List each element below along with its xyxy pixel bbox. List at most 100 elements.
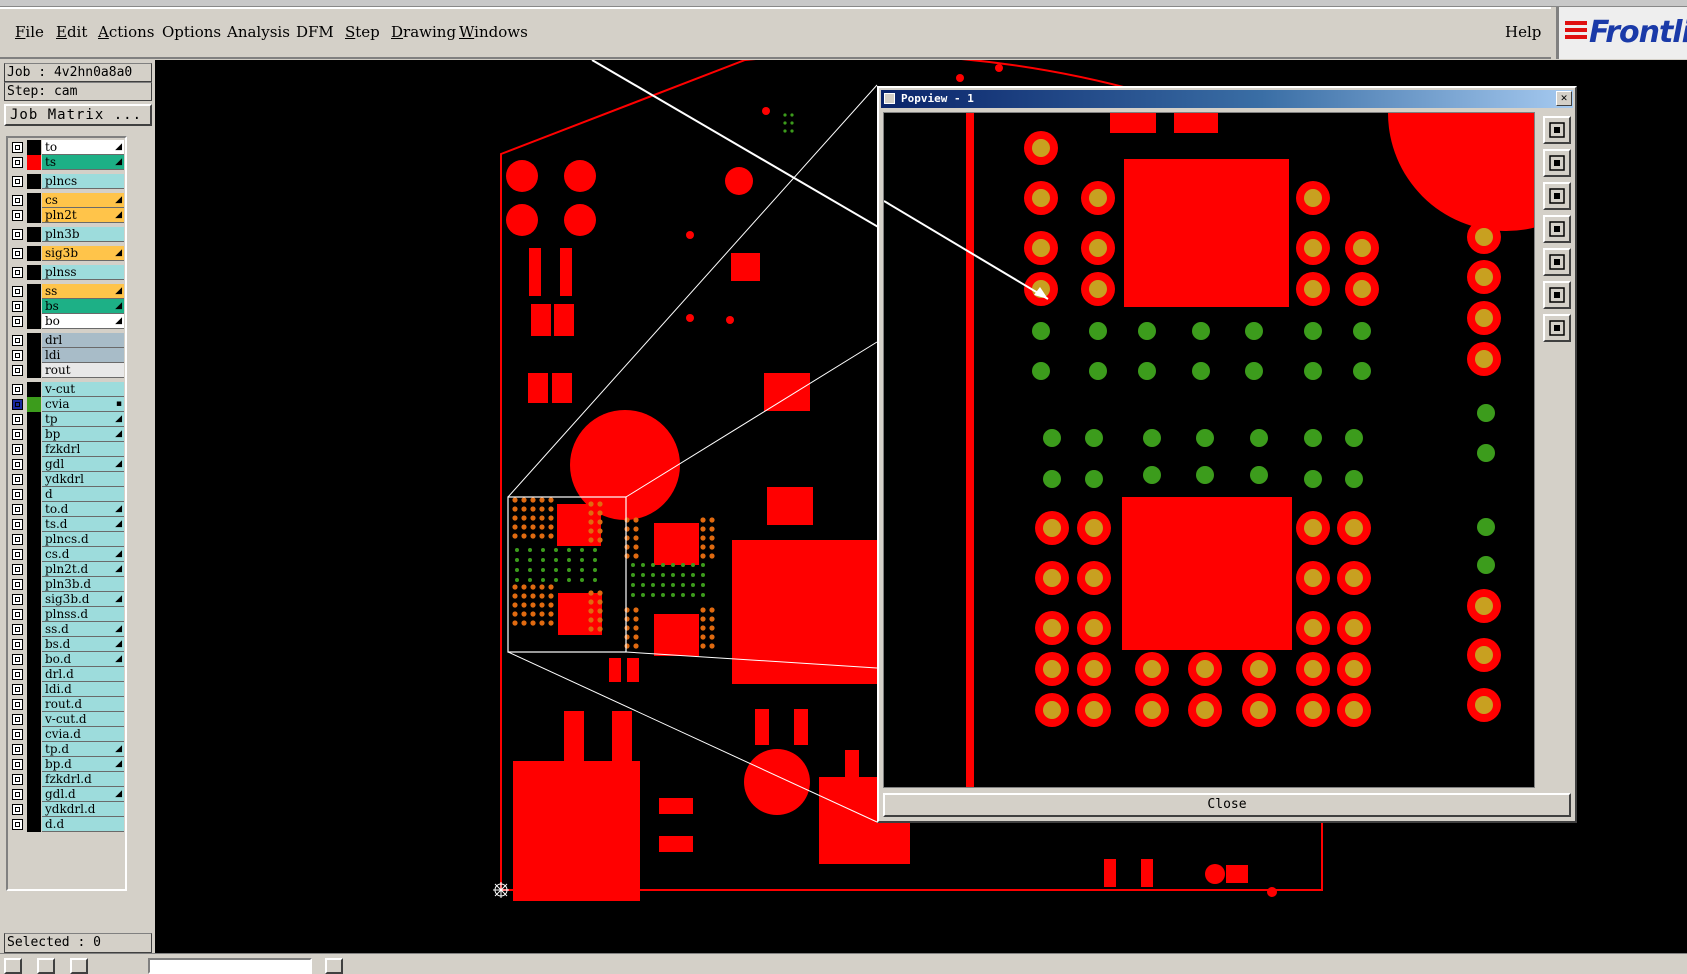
layer-row-ydkdrl[interactable]: ydkdrl [10, 472, 125, 487]
layer-color-swatch[interactable] [27, 193, 41, 208]
layer-checkbox[interactable] [12, 744, 23, 755]
layer-color-swatch[interactable] [27, 314, 41, 329]
layer-color-swatch[interactable] [27, 667, 41, 682]
layer-name[interactable]: ss.d ◢ [42, 622, 124, 637]
layer-row-bo.d[interactable]: bo.d ◢ [10, 652, 125, 667]
layer-name[interactable]: plncs.d [42, 532, 124, 547]
layer-color-swatch[interactable] [27, 592, 41, 607]
layer-name[interactable]: cvia ▪ [42, 397, 124, 412]
layer-checkbox[interactable] [12, 444, 23, 455]
menu-analysis[interactable]: Analysis [227, 23, 290, 41]
layer-checkbox[interactable] [12, 399, 23, 410]
layer-color-swatch[interactable] [27, 577, 41, 592]
menu-step[interactable]: Step [345, 23, 380, 41]
layer-color-swatch[interactable] [27, 817, 41, 832]
layer-row-pln2t[interactable]: pln2t ◢ [10, 208, 125, 223]
layer-checkbox[interactable] [12, 729, 23, 740]
layer-color-swatch[interactable] [27, 442, 41, 457]
layer-checkbox[interactable] [12, 267, 23, 278]
layer-name[interactable]: d.d [42, 817, 124, 832]
layer-color-swatch[interactable] [27, 284, 41, 299]
layer-row-plncs.d[interactable]: plncs.d [10, 532, 125, 547]
layer-name[interactable]: plncs [42, 174, 124, 189]
layer-name[interactable]: ldi.d [42, 682, 124, 697]
layer-name[interactable]: pln2t.d ◢ [42, 562, 124, 577]
layer-checkbox[interactable] [12, 759, 23, 770]
layer-name[interactable]: ts ◢ [42, 155, 124, 170]
layer-name[interactable]: rout.d [42, 697, 124, 712]
layer-checkbox[interactable] [12, 684, 23, 695]
layer-name[interactable]: ydkdrl [42, 472, 124, 487]
layer-row-cvia.d[interactable]: cvia.d [10, 727, 125, 742]
layer-checkbox[interactable] [12, 459, 23, 470]
layer-row-gdl[interactable]: gdl ◢ [10, 457, 125, 472]
layer-checkbox[interactable] [12, 229, 23, 240]
layer-name[interactable]: plnss.d [42, 607, 124, 622]
menu-options[interactable]: Options [162, 23, 221, 41]
layer-color-swatch[interactable] [27, 682, 41, 697]
layer-color-swatch[interactable] [27, 140, 41, 155]
layer-name[interactable]: cs.d ◢ [42, 547, 124, 562]
layer-checkbox[interactable] [12, 248, 23, 259]
layer-name[interactable]: v-cut [42, 382, 124, 397]
pan-down-icon[interactable] [1543, 182, 1571, 210]
layer-row-pln3b[interactable]: pln3b [10, 227, 125, 242]
layer-row-fzkdrl[interactable]: fzkdrl [10, 442, 125, 457]
layer-checkbox[interactable] [12, 142, 23, 153]
layer-name[interactable]: drl [42, 333, 124, 348]
layer-checkbox[interactable] [12, 176, 23, 187]
menu-drawing[interactable]: Drawing [391, 23, 456, 41]
layer-name[interactable]: ss ◢ [42, 284, 124, 299]
layer-row-plnss.d[interactable]: plnss.d [10, 607, 125, 622]
layer-row-ss.d[interactable]: ss.d ◢ [10, 622, 125, 637]
layer-color-swatch[interactable] [27, 562, 41, 577]
layer-row-pln3b.d[interactable]: pln3b.d [10, 577, 125, 592]
layer-color-swatch[interactable] [27, 742, 41, 757]
layer-row-bp.d[interactable]: bp.d ◢ [10, 757, 125, 772]
menu-windows[interactable]: Windows [459, 23, 528, 41]
layer-row-fzkdrl.d[interactable]: fzkdrl.d [10, 772, 125, 787]
menu-dfm[interactable]: DFM [296, 23, 334, 41]
popview-window[interactable]: Popview - 1 ✕ Close [877, 86, 1577, 823]
layer-row-tp.d[interactable]: tp.d ◢ [10, 742, 125, 757]
layer-checkbox[interactable] [12, 316, 23, 327]
layer-name[interactable]: tp ◢ [42, 412, 124, 427]
layer-row-bs[interactable]: bs ◢ [10, 299, 125, 314]
pan-left-icon[interactable] [1543, 215, 1571, 243]
layer-name[interactable]: sig3b ◢ [42, 246, 124, 261]
layer-name[interactable]: sig3b.d ◢ [42, 592, 124, 607]
layer-row-cs.d[interactable]: cs.d ◢ [10, 547, 125, 562]
enter-button[interactable] [325, 958, 343, 974]
layer-name[interactable]: bs ◢ [42, 299, 124, 314]
layer-name[interactable]: ldi [42, 348, 124, 363]
layer-color-swatch[interactable] [27, 427, 41, 442]
layer-color-swatch[interactable] [27, 246, 41, 261]
layer-row-bs.d[interactable]: bs.d ◢ [10, 637, 125, 652]
layer-checkbox[interactable] [12, 365, 23, 376]
popview-canvas[interactable] [883, 112, 1535, 788]
layer-name[interactable]: ts.d ◢ [42, 517, 124, 532]
layer-row-v-cut.d[interactable]: v-cut.d [10, 712, 125, 727]
grid-button[interactable] [70, 958, 88, 974]
layer-row-v-cut[interactable]: v-cut [10, 382, 125, 397]
layer-color-swatch[interactable] [27, 457, 41, 472]
layer-checkbox[interactable] [12, 609, 23, 620]
layer-color-swatch[interactable] [27, 697, 41, 712]
layer-checkbox[interactable] [12, 489, 23, 500]
layer-checkbox[interactable] [12, 789, 23, 800]
layer-color-swatch[interactable] [27, 487, 41, 502]
layer-color-swatch[interactable] [27, 265, 41, 280]
layer-name[interactable]: d [42, 487, 124, 502]
layer-row-d.d[interactable]: d.d [10, 817, 125, 832]
layer-color-swatch[interactable] [27, 532, 41, 547]
layer-checkbox[interactable] [12, 774, 23, 785]
layer-color-swatch[interactable] [27, 174, 41, 189]
layer-checkbox[interactable] [12, 519, 23, 530]
layer-color-swatch[interactable] [27, 727, 41, 742]
layer-checkbox[interactable] [12, 579, 23, 590]
layer-checkbox[interactable] [12, 699, 23, 710]
layer-row-gdl.d[interactable]: gdl.d ◢ [10, 787, 125, 802]
layer-row-ts.d[interactable]: ts.d ◢ [10, 517, 125, 532]
layer-row-sig3b[interactable]: sig3b ◢ [10, 246, 125, 261]
layer-color-swatch[interactable] [27, 517, 41, 532]
